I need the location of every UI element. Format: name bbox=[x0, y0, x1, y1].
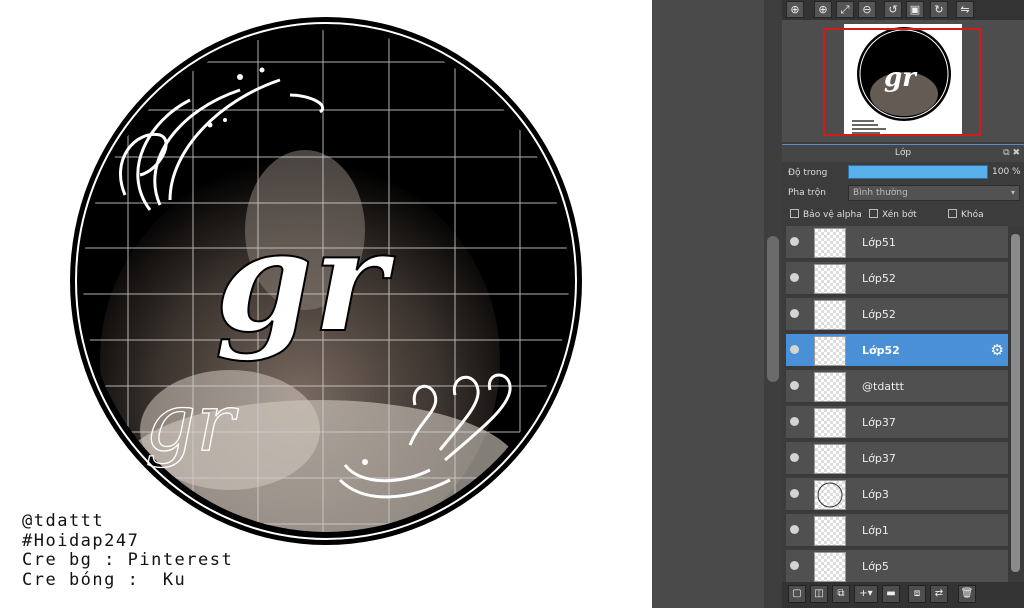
zoom-out-small-icon[interactable]: ⊖ bbox=[858, 1, 876, 18]
layer-name: Lớp51 bbox=[862, 236, 896, 249]
layer-thumbnail bbox=[814, 552, 846, 582]
protect-alpha-checkbox[interactable]: Bảo vệ alpha bbox=[790, 209, 862, 220]
clipping-label: Xén bớt bbox=[882, 210, 917, 220]
layer-name: Lớp37 bbox=[862, 416, 896, 429]
layer-thumbnail bbox=[814, 444, 846, 474]
chevron-down-icon: ▾ bbox=[1010, 188, 1015, 197]
folder-icon[interactable]: ▬ bbox=[882, 585, 900, 603]
layer-thumbnail bbox=[814, 480, 846, 510]
layer-panel-title: Lớp bbox=[894, 148, 912, 158]
layer-row[interactable]: Lớp3 bbox=[786, 478, 1008, 512]
credits-text: @tdattt #Hoidap247 Cre bg : Pinterest Cr… bbox=[22, 511, 234, 590]
layer-name: Lớp1 bbox=[862, 524, 889, 537]
layer-name: Lớp52 bbox=[862, 308, 896, 321]
blend-mode-label: Pha trộn bbox=[788, 188, 826, 198]
add-layer-menu-icon[interactable]: +▾ bbox=[854, 585, 878, 603]
credit-line-hashtag: #Hoidap247 bbox=[22, 530, 140, 551]
layer-name: Lớp37 bbox=[862, 452, 896, 465]
flip-icon[interactable]: ⇋ bbox=[956, 1, 974, 18]
new-layer-icon[interactable]: ▢ bbox=[788, 585, 806, 603]
gear-icon[interactable]: ⚙ bbox=[991, 342, 1004, 358]
canvas-vertical-scrollbar[interactable] bbox=[764, 0, 782, 608]
visibility-eye-icon[interactable] bbox=[790, 381, 799, 390]
visibility-eye-icon[interactable] bbox=[790, 561, 799, 570]
layer-row[interactable]: @tdattt bbox=[786, 370, 1008, 404]
layer-row[interactable]: Lớp51 bbox=[786, 226, 1008, 260]
visibility-eye-icon[interactable] bbox=[790, 417, 799, 426]
layer-name: Lớp3 bbox=[862, 488, 889, 501]
opacity-label: Độ trong bbox=[788, 168, 828, 178]
fit-icon[interactable]: ⤢ bbox=[836, 1, 854, 18]
layer-name: @tdattt bbox=[862, 380, 904, 393]
layer-name: Lớp52 bbox=[862, 272, 896, 285]
protect-alpha-label: Bảo vệ alpha bbox=[803, 210, 862, 220]
transfer-layer-icon[interactable]: ⇄ bbox=[930, 585, 948, 603]
navigator-toolbar: ⊕ ⊕ ⤢ ⊖ ↺ ▣ ↻ ⇋ bbox=[782, 0, 1024, 20]
layer-list-scroll-thumb[interactable] bbox=[1011, 234, 1020, 572]
artwork-small-text: gr bbox=[145, 376, 239, 469]
visibility-eye-icon[interactable] bbox=[790, 273, 799, 282]
layer-list-scrollbar[interactable] bbox=[1008, 226, 1024, 580]
opacity-slider[interactable] bbox=[848, 165, 988, 179]
fullscreen-icon[interactable]: ▣ bbox=[906, 1, 924, 18]
zoom-out-icon[interactable]: ⊕ bbox=[814, 1, 832, 18]
clipping-checkbox[interactable]: Xén bớt bbox=[869, 209, 917, 220]
visibility-eye-icon[interactable] bbox=[790, 453, 799, 462]
canvas-scroll-thumb[interactable] bbox=[767, 236, 779, 382]
layer-thumbnail bbox=[814, 264, 846, 294]
layer-row[interactable]: Lớp1 bbox=[786, 514, 1008, 548]
artwork-title-text: gr bbox=[215, 200, 396, 364]
delete-layer-icon[interactable]: 🗑 bbox=[958, 585, 976, 603]
zoom-in-icon[interactable]: ⊕ bbox=[786, 1, 804, 18]
layer-row[interactable]: Lớp52 bbox=[786, 298, 1008, 332]
blend-mode-select[interactable]: Bình thường ▾ bbox=[848, 185, 1020, 201]
navigator-view-frame[interactable] bbox=[823, 28, 981, 136]
canvas-area[interactable]: gr gr @tdattt #Hoidap247 Cre bg : Pinter… bbox=[0, 0, 652, 608]
navigator-preview[interactable]: gr bbox=[782, 20, 1024, 142]
lock-checkbox[interactable]: Khóa bbox=[948, 209, 984, 220]
layer-thumbnail bbox=[814, 300, 846, 330]
layer-thumbnail bbox=[814, 372, 846, 402]
visibility-eye-icon[interactable] bbox=[790, 309, 799, 318]
layer-row[interactable]: Lớp5 bbox=[786, 550, 1008, 584]
layer-row-selected[interactable]: Lớp52 ⚙ bbox=[786, 334, 1008, 368]
visibility-eye-icon[interactable] bbox=[790, 345, 799, 354]
rotate-right-icon[interactable]: ↻ bbox=[930, 1, 948, 18]
merge-layer-icon[interactable]: ⧈ bbox=[908, 585, 926, 603]
layer-thumbnail bbox=[814, 408, 846, 438]
layer-thumbnail bbox=[814, 516, 846, 546]
layer-thumbnail bbox=[814, 228, 846, 258]
layer-bottom-toolbar: ▢ ◫ ⧉ +▾ ▬ ⧈ ⇄ 🗑 bbox=[782, 582, 1024, 608]
visibility-eye-icon[interactable] bbox=[790, 525, 799, 534]
layer-name: Lớp52 bbox=[862, 344, 900, 357]
layer-row[interactable]: Lớp37 bbox=[786, 406, 1008, 440]
layer-name: Lớp5 bbox=[862, 560, 889, 573]
credit-line-shadow: Cre bóng : Ku bbox=[22, 569, 187, 590]
credit-line-author: @tdattt bbox=[22, 511, 105, 531]
layer-thumbnail bbox=[814, 336, 846, 366]
rotate-left-icon[interactable]: ↺ bbox=[884, 1, 902, 18]
layer-panel-header: Lớp ⧉ ✖ bbox=[782, 144, 1024, 162]
canvas-background-gutter bbox=[652, 0, 764, 608]
layer-row[interactable]: Lớp52 bbox=[786, 262, 1008, 296]
popout-icon[interactable]: ⧉ bbox=[1003, 148, 1009, 158]
credit-line-bg: Cre bg : Pinterest bbox=[22, 550, 234, 570]
blend-mode-value: Bình thường bbox=[853, 188, 908, 198]
close-icon[interactable]: ✖ bbox=[1012, 148, 1020, 158]
layer-list: Lớp51 Lớp52 Lớp52 Lớp52 ⚙ @tdattt Lớp37 bbox=[786, 226, 1008, 584]
visibility-eye-icon[interactable] bbox=[790, 237, 799, 246]
side-panel: ⊕ ⊕ ⤢ ⊖ ↺ ▣ ↻ ⇋ gr Lớp ⧉ ✖ Độ trong 100 … bbox=[782, 0, 1024, 608]
visibility-eye-icon[interactable] bbox=[790, 489, 799, 498]
opacity-value: 100 % bbox=[992, 167, 1021, 177]
duplicate-layer-icon[interactable]: ⧉ bbox=[832, 585, 850, 603]
layer-row[interactable]: Lớp37 bbox=[786, 442, 1008, 476]
new-folder-layer-icon[interactable]: ◫ bbox=[810, 585, 828, 603]
lock-label: Khóa bbox=[961, 210, 984, 220]
